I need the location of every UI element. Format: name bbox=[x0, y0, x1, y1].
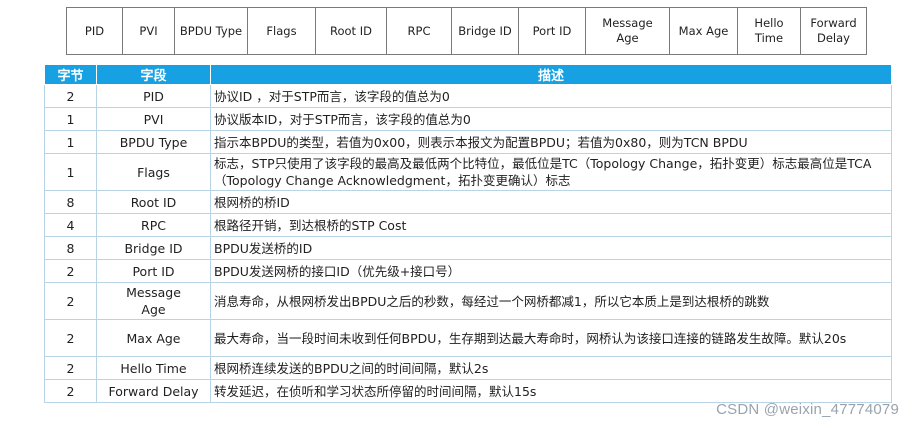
strip-field-forward-delay: Forward Delay bbox=[810, 16, 857, 45]
cell-field: Max Age bbox=[96, 319, 211, 357]
cell-bytes: 8 bbox=[44, 190, 97, 214]
cell-desc: 最大寿命，当一段时间未收到任何BPDU，生存期到达最大寿命时，网桥认为该接口连接… bbox=[210, 319, 892, 357]
cell-bytes: 1 bbox=[44, 153, 97, 191]
cell-desc: 指示本BPDU的类型，若值为0x00，则表示本报文为配置BPDU；若值为0x80… bbox=[210, 130, 892, 154]
strip-field-bridge-id: Bridge ID bbox=[452, 8, 519, 54]
table-row: 8 Bridge ID BPDU发送桥的ID bbox=[44, 236, 892, 260]
table-header-row: 字节 字段 描述 bbox=[44, 64, 892, 85]
table-row: 1 PVI 协议版本ID，对于STP而言，该字段的值总为0 bbox=[44, 107, 892, 131]
table-row: 4 RPC 根路径开销，到达根桥的STP Cost bbox=[44, 213, 892, 237]
table-row: 2 Forward Delay 转发延迟，在侦听和学习状态所停留的时间间隔，默认… bbox=[44, 379, 892, 403]
cell-field: Hello Time bbox=[96, 356, 211, 380]
table-row: 2 Message Age 消息寿命，从根网桥发出BPDU之后的秒数，每经过一个… bbox=[44, 282, 892, 320]
cell-bytes: 2 bbox=[44, 379, 97, 403]
cell-desc: 根网桥连续发送的BPDU之间的时间间隔，默认2s bbox=[210, 356, 892, 380]
cell-desc: 根路径开销，到达根桥的STP Cost bbox=[210, 213, 892, 237]
table-row: 2 Hello Time 根网桥连续发送的BPDU之间的时间间隔，默认2s bbox=[44, 356, 892, 380]
table-row: 2 PID 协议ID ，对于STP而言，该字段的值总为0 bbox=[44, 84, 892, 108]
column-header-bytes: 字节 bbox=[44, 64, 97, 85]
strip-field-bpdu-type: BPDU Type bbox=[175, 8, 248, 54]
cell-desc: BPDU发送网桥的接口ID（优先级+接口号） bbox=[210, 259, 892, 283]
cell-bytes: 2 bbox=[44, 84, 97, 108]
cell-bytes: 2 bbox=[44, 319, 97, 357]
cell-bytes: 2 bbox=[44, 259, 97, 283]
cell-desc: 标志，STP只使用了该字段的最高及最低两个比特位，最低位是TC（Topology… bbox=[210, 153, 892, 191]
column-header-desc: 描述 bbox=[210, 64, 892, 85]
table-row: 2 Max Age 最大寿命，当一段时间未收到任何BPDU，生存期到达最大寿命时… bbox=[44, 319, 892, 357]
strip-field-rpc: RPC bbox=[387, 8, 452, 54]
strip-field-root-id: Root ID bbox=[316, 8, 387, 54]
table-row: 1 BPDU Type 指示本BPDU的类型，若值为0x00，则表示本报文为配置… bbox=[44, 130, 892, 154]
strip-field-pid: PID bbox=[67, 8, 123, 54]
cell-field: PID bbox=[96, 84, 211, 108]
strip-field-hello-time: Hello Time bbox=[738, 8, 801, 54]
bpdu-field-table: 字节 字段 描述 2 PID 协议ID ，对于STP而言，该字段的值总为0 1 … bbox=[44, 64, 892, 403]
cell-field: PVI bbox=[96, 107, 211, 131]
cell-field: Root ID bbox=[96, 190, 211, 214]
cell-bytes: 2 bbox=[44, 282, 97, 320]
cell-field: Message Age bbox=[96, 282, 211, 320]
cell-field: BPDU Type bbox=[96, 130, 211, 154]
cell-desc: 协议版本ID，对于STP而言，该字段的值总为0 bbox=[210, 107, 892, 131]
cell-desc: 协议ID ，对于STP而言，该字段的值总为0 bbox=[210, 84, 892, 108]
strip-field-message-age: Message Age bbox=[586, 8, 670, 54]
cell-field: Forward Delay bbox=[96, 379, 211, 403]
table-row: 8 Root ID 根网桥的桥ID bbox=[44, 190, 892, 214]
bpdu-format-strip: PID PVI BPDU Type Flags Root ID RPC Brid… bbox=[66, 7, 867, 55]
strip-field-port-id: Port ID bbox=[519, 8, 586, 54]
csdn-watermark: CSDN @weixin_47774079 bbox=[716, 401, 899, 418]
cell-field: RPC bbox=[96, 213, 211, 237]
cell-desc: 消息寿命，从根网桥发出BPDU之后的秒数，每经过一个网桥都减1，所以它本质上是到… bbox=[210, 282, 892, 320]
cell-desc: 转发延迟，在侦听和学习状态所停留的时间间隔，默认15s bbox=[210, 379, 892, 403]
column-header-field: 字段 bbox=[96, 64, 211, 85]
cell-bytes: 2 bbox=[44, 356, 97, 380]
cell-desc: 根网桥的桥ID bbox=[210, 190, 892, 214]
cell-field: Bridge ID bbox=[96, 236, 211, 260]
strip-field-pvi: PVI bbox=[123, 8, 175, 54]
cell-bytes: 1 bbox=[44, 107, 97, 131]
cell-bytes: 4 bbox=[44, 213, 97, 237]
cell-field: Flags bbox=[96, 153, 211, 191]
cell-bytes: 1 bbox=[44, 130, 97, 154]
table-row: 2 Port ID BPDU发送网桥的接口ID（优先级+接口号） bbox=[44, 259, 892, 283]
strip-field-max-age: Max Age bbox=[670, 8, 738, 54]
cell-field: Port ID bbox=[96, 259, 211, 283]
cell-desc: BPDU发送桥的ID bbox=[210, 236, 892, 260]
strip-field-flags: Flags bbox=[248, 8, 316, 54]
cell-bytes: 8 bbox=[44, 236, 97, 260]
table-row: 1 Flags 标志，STP只使用了该字段的最高及最低两个比特位，最低位是TC（… bbox=[44, 153, 892, 191]
